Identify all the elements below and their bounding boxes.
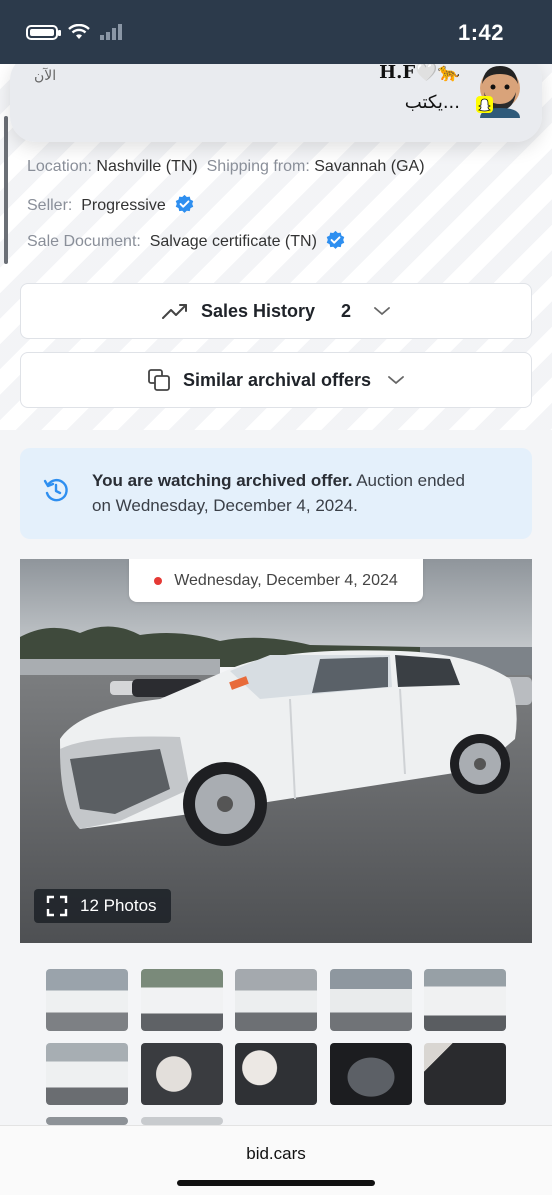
cellular-signal-icon	[100, 24, 122, 40]
location-label: Location:	[27, 158, 92, 175]
listing-details-section: الآن H.F🤍🐆 يكتب... Location: Nashville (…	[0, 64, 552, 430]
thumbnail-5[interactable]	[424, 969, 506, 1031]
shipping-value: Savannah (GA)	[314, 158, 425, 175]
seller-value: Progressive	[81, 197, 166, 214]
vehicle-photo-image	[20, 559, 532, 943]
notification-banner[interactable]: الآن H.F🤍🐆 يكتب...	[10, 64, 542, 142]
trending-up-icon	[161, 304, 187, 319]
home-indicator[interactable]	[177, 1180, 375, 1186]
location-row: Location: Nashville (TN) Shipping from: …	[27, 158, 425, 176]
copy-icon	[148, 369, 170, 391]
archived-offer-text: You are watching archived offer. Auction…	[92, 468, 472, 518]
thumbnail-8[interactable]	[235, 1043, 317, 1105]
notification-message: يكتب...	[404, 92, 460, 113]
battery-icon	[26, 24, 61, 40]
status-dot-icon	[154, 576, 163, 585]
thumbnail-1[interactable]	[46, 969, 128, 1031]
notification-time: الآن	[34, 68, 57, 84]
photos-count-label: 12 Photos	[80, 896, 157, 915]
thumbnail-7[interactable]	[141, 1043, 223, 1105]
seller-row: Seller: Progressive	[27, 194, 195, 215]
scroll-indicator	[4, 116, 8, 264]
thumbnail-10[interactable]	[424, 1043, 506, 1105]
sales-history-button[interactable]: Sales History 2	[20, 283, 532, 339]
thumbnail-4[interactable]	[330, 969, 412, 1031]
thumbnail-12[interactable]	[141, 1117, 223, 1125]
fullscreen-icon	[46, 895, 68, 917]
status-icons	[26, 24, 124, 40]
chevron-down-icon	[388, 376, 404, 385]
auction-date-pill: Wednesday, December 4, 2024	[129, 559, 423, 602]
main-vehicle-photo[interactable]: Wednesday, December 4, 2024 12 Photos	[20, 559, 532, 943]
auction-date: Wednesday, December 4, 2024	[174, 571, 398, 589]
avatar	[476, 66, 520, 118]
thumbnail-9[interactable]	[330, 1043, 412, 1105]
history-icon	[43, 478, 68, 502]
verified-badge-icon	[327, 230, 345, 249]
similar-offers-label: Similar archival offers	[182, 369, 372, 390]
thumbnail-3[interactable]	[235, 969, 317, 1031]
thumbnail-6[interactable]	[46, 1043, 128, 1105]
sale-document-label: Sale Document:	[27, 233, 141, 250]
thumbnail-2[interactable]	[141, 969, 223, 1031]
sale-document-value: Salvage certificate (TN)	[149, 233, 317, 250]
thumbnail-11[interactable]	[46, 1117, 128, 1125]
archived-offer-banner: You are watching archived offer. Auction…	[20, 448, 532, 539]
location-value: Nashville (TN)	[96, 158, 198, 175]
sales-history-label: Sales History	[200, 300, 316, 321]
page-content: الآن H.F🤍🐆 يكتب... Location: Nashville (…	[0, 64, 552, 1125]
status-bar: 1:42	[0, 0, 552, 64]
sales-history-count: 2	[341, 300, 352, 321]
status-time: 1:42	[457, 20, 504, 45]
notification-sender: H.F🤍🐆	[379, 64, 460, 83]
browser-address-bar[interactable]: bid.cars	[0, 1125, 552, 1195]
chevron-down-icon	[374, 307, 390, 316]
similar-archival-offers-button[interactable]: Similar archival offers	[20, 352, 532, 408]
browser-url[interactable]: bid.cars	[0, 1144, 552, 1164]
view-photos-button[interactable]: 12 Photos	[34, 889, 171, 923]
verified-badge-icon	[175, 194, 194, 213]
archived-offer-title: You are watching archived offer.	[92, 471, 353, 490]
sale-document-row: Sale Document: Salvage certificate (TN)	[27, 230, 346, 251]
wifi-icon	[68, 24, 90, 39]
shipping-label: Shipping from:	[206, 158, 310, 175]
seller-label: Seller:	[27, 197, 73, 214]
